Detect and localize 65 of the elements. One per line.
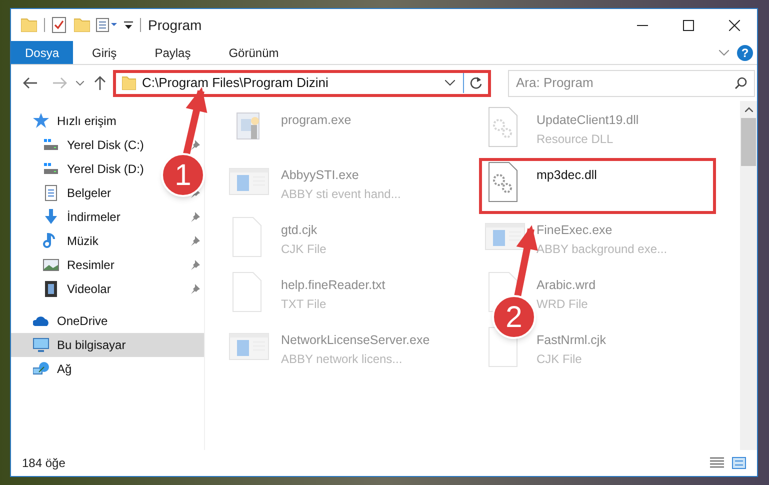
up-arrow-icon[interactable] (94, 76, 106, 90)
caret-icon[interactable] (124, 20, 133, 30)
drive-icon (43, 161, 59, 177)
ribbon-tab[interactable]: Paylaş (140, 41, 205, 64)
scroll-up-icon[interactable] (744, 107, 752, 112)
scrollbar[interactable] (740, 101, 757, 450)
pin-icon[interactable] (190, 260, 200, 270)
sidebar-item[interactable]: Hızlı erişim (57, 112, 116, 130)
ribbon-tab[interactable]: Görünüm (214, 41, 293, 64)
chevron-down-icon[interactable] (445, 80, 455, 86)
maximize-icon (682, 20, 694, 30)
folder-icon (122, 76, 136, 90)
file-type: ABBY network licens... (281, 350, 404, 368)
file-type: ABBY sti event hand... (281, 186, 401, 203)
minimize-icon (636, 24, 648, 26)
sidebar-item[interactable]: Yerel Disk (D:) (67, 160, 144, 178)
file-type: CJK File (536, 350, 583, 368)
sidebar-item[interactable]: Resimler (67, 256, 114, 274)
scrollbar-thumb[interactable] (741, 118, 756, 166)
pin-icon[interactable] (190, 236, 200, 246)
properties-icon[interactable] (52, 17, 66, 33)
window-title: Program (148, 16, 202, 35)
sidebar-item[interactable]: Müzik (67, 232, 98, 250)
pin-icon[interactable] (190, 212, 200, 222)
search-field[interactable]: Ara: Program (508, 70, 755, 96)
file-type: Resource DLL (536, 130, 614, 148)
picture-icon (43, 257, 59, 273)
details-view-icon[interactable] (710, 457, 724, 469)
layout-icon[interactable] (96, 18, 118, 32)
sidebar-item[interactable]: Videolar (67, 280, 111, 298)
help-button[interactable]: ? (737, 44, 753, 60)
sidebar-item[interactable]: OneDrive (57, 312, 108, 330)
drive-icon (43, 137, 59, 153)
search-icon[interactable] (735, 77, 747, 89)
monitor-icon (33, 337, 49, 353)
ribbon-tab[interactable]: Giriş (78, 41, 131, 64)
file-type: TXT File (281, 296, 328, 313)
ribbon-tab[interactable]: Dosya (11, 41, 74, 64)
sidebar-item[interactable]: Yerel Disk (C:) (67, 136, 144, 154)
file-type: ABBY background exe... (536, 240, 668, 258)
file-type: WRD File (536, 296, 589, 313)
sidebar-item[interactable]: Ağ (57, 360, 72, 378)
document-icon (43, 185, 59, 201)
search-placeholder: Ara: Program (516, 74, 594, 92)
pin-icon[interactable] (190, 140, 200, 150)
file-name[interactable]: mp3dec.dll (536, 166, 597, 185)
pin-icon[interactable] (190, 284, 200, 294)
network-icon (33, 361, 49, 377)
step-number-badge: 1 (161, 153, 205, 197)
item-count: 184 öğe (22, 455, 66, 472)
star-icon (33, 113, 49, 129)
step-number-badge: 2 (492, 295, 536, 339)
chevron-down-icon[interactable] (76, 80, 84, 86)
sidebar-item[interactable]: Bu bilgisayar (11, 333, 204, 357)
film-icon (43, 281, 59, 297)
sidebar-item[interactable]: İndirmeler (67, 208, 120, 226)
down-arrow-icon (43, 209, 59, 225)
address-bar[interactable]: C:\Program Files\Program Dizini (113, 70, 491, 96)
sidebar-item[interactable]: Belgeler (67, 184, 112, 202)
refresh-icon[interactable] (470, 77, 482, 89)
address-path: C:\Program Files\Program Dizini (142, 74, 328, 92)
close-icon (728, 20, 740, 30)
tiles-view-icon[interactable] (732, 457, 746, 469)
back-arrow-icon[interactable] (23, 77, 37, 89)
file-type: CJK File (281, 240, 326, 258)
